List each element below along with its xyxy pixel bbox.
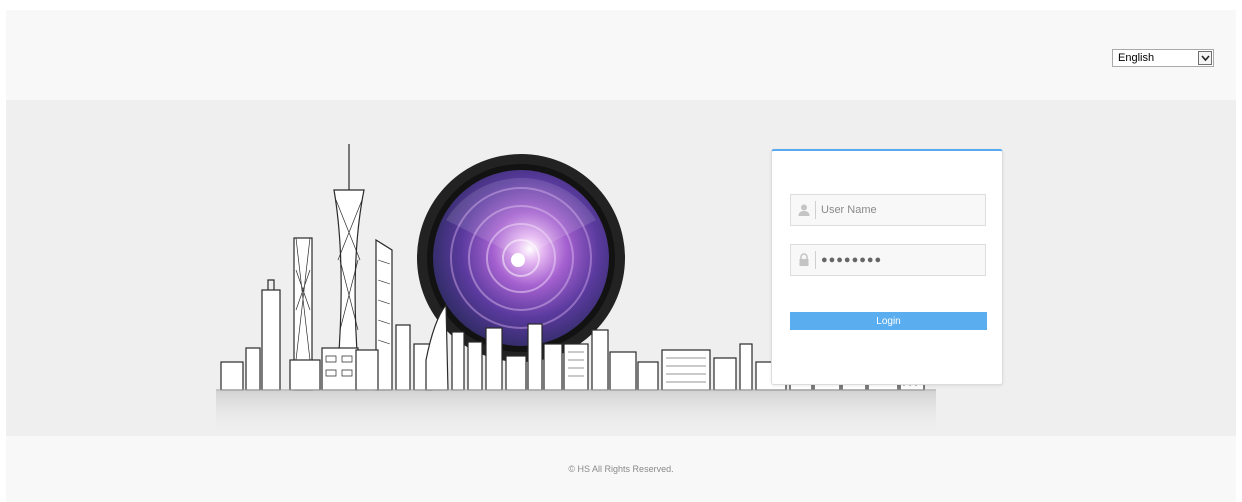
login-panel: Login [771,149,1003,385]
footer: © HS All Rights Reserved. [6,436,1236,502]
login-button[interactable]: Login [790,312,987,330]
username-input[interactable] [821,198,981,222]
language-select-value: English [1118,52,1155,64]
main-banner: Login [6,100,1236,436]
language-select[interactable]: English [1112,49,1214,67]
top-header [6,10,1236,100]
password-field[interactable] [790,244,986,276]
field-divider [815,201,816,219]
password-input[interactable] [821,248,981,272]
copyright-text: © HS All Rights Reserved. [568,464,674,474]
field-divider [815,251,816,269]
lock-icon [797,253,811,267]
username-field[interactable] [790,194,986,226]
user-icon [797,203,811,217]
chevron-down-icon[interactable] [1198,51,1212,65]
